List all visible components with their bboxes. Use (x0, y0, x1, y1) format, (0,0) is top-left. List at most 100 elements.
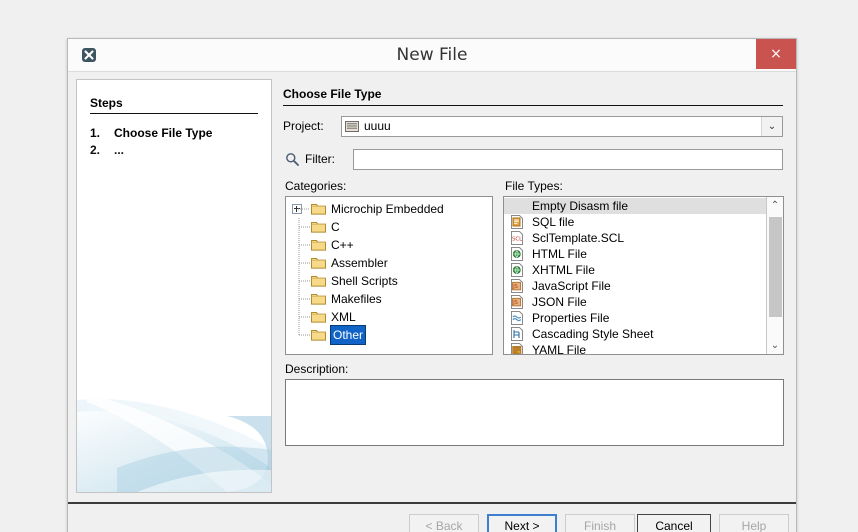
list-item[interactable]: XHTML File (504, 262, 768, 278)
tree-item-shell-scripts[interactable]: Shell Scripts (286, 272, 492, 290)
finish-button[interactable]: Finish (565, 514, 635, 532)
back-button[interactable]: < Back (409, 514, 479, 532)
file-type-label: SclTemplate.SCL (532, 231, 625, 245)
search-icon (285, 152, 299, 166)
filter-label: Filter: (305, 152, 335, 166)
categories-tree[interactable]: Microchip Embedded C C++ Assembler Shell… (285, 196, 493, 355)
list-item[interactable]: SQL file (504, 214, 768, 230)
tree-item-label: Shell Scripts (331, 274, 398, 288)
dialog-title: New File (396, 45, 468, 65)
scroll-up-icon[interactable]: ⌃ (767, 197, 783, 214)
html-icon (510, 247, 524, 261)
file-type-label: YAML File (532, 343, 587, 355)
description-label: Description: (285, 362, 349, 376)
scroll-down-icon[interactable]: ⌄ (767, 337, 783, 354)
folder-icon (311, 328, 326, 341)
tree-item-xml[interactable]: XML (286, 308, 492, 326)
sql-icon (510, 215, 524, 229)
chevron-down-icon[interactable]: ⌄ (761, 117, 782, 136)
file-type-label: SQL file (532, 215, 575, 229)
tree-line (298, 308, 310, 326)
file-type-label: JSON File (532, 295, 587, 309)
project-combobox[interactable]: uuuu ⌄ (341, 116, 783, 137)
tree-line (298, 326, 310, 336)
list-item[interactable]: Properties File (504, 310, 768, 326)
cancel-button[interactable]: Cancel (637, 514, 711, 532)
description-box (285, 379, 784, 446)
tree-item-label: Other (329, 325, 367, 345)
tree-item-assembler[interactable]: Assembler (286, 254, 492, 272)
svg-text:JS: JS (512, 284, 518, 290)
folder-icon (311, 310, 326, 323)
file-type-label: Cascading Style Sheet (532, 327, 654, 341)
decorative-swoosh-graphic (77, 394, 271, 492)
tree-line (298, 272, 310, 290)
list-item[interactable]: YAML File (504, 342, 768, 355)
tree-line (298, 290, 310, 308)
tree-item-makefiles[interactable]: Makefiles (286, 290, 492, 308)
file-type-label: XHTML File (532, 263, 595, 277)
file-type-label: Empty Disasm file (532, 199, 629, 213)
dialog-titlebar: New File × (68, 39, 796, 72)
tree-item-cpp[interactable]: C++ (286, 236, 492, 254)
screen: New File × Steps 1. Choose File Type 2. … (0, 0, 858, 532)
svg-text:SCL: SCL (512, 237, 522, 243)
close-button[interactable]: × (756, 39, 796, 69)
list-item[interactable]: Empty Disasm file (504, 198, 768, 214)
tree-item-label: XML (331, 310, 356, 324)
step-item-2: 2. ... (90, 142, 262, 159)
file-type-label: Properties File (532, 311, 610, 325)
file-types-list[interactable]: Empty Disasm file SQL file SCL SclTempla… (503, 196, 784, 355)
yaml-icon (510, 343, 524, 354)
file-types-scrollbar[interactable]: ⌃ ⌄ (766, 197, 783, 354)
tree-item-label: Assembler (331, 256, 388, 270)
dialog-footer: < Back Next > Finish Cancel Help (68, 504, 796, 532)
js-icon: JS (510, 295, 524, 309)
list-item[interactable]: Cascading Style Sheet (504, 326, 768, 342)
project-value: uuuu (364, 119, 391, 133)
folder-icon (311, 256, 326, 269)
step-item-1: 1. Choose File Type (90, 125, 262, 142)
tree-line (298, 236, 310, 254)
filter-input[interactable] (353, 149, 783, 170)
tree-item-c[interactable]: C (286, 218, 492, 236)
list-item[interactable]: JS JavaScript File (504, 278, 768, 294)
step-label: Choose File Type (114, 126, 213, 140)
step-label: ... (114, 143, 125, 157)
svg-text:JS: JS (512, 300, 518, 306)
props-icon (510, 311, 524, 325)
folder-icon (311, 220, 326, 233)
folder-icon (311, 292, 326, 305)
steps-list: 1. Choose File Type 2. ... (90, 125, 262, 159)
tree-item-label: Makefiles (331, 292, 382, 306)
steps-heading: Steps (90, 96, 258, 114)
scl-icon: SCL (510, 231, 524, 245)
new-file-dialog: New File × Steps 1. Choose File Type 2. … (67, 38, 797, 532)
steps-panel: Steps 1. Choose File Type 2. ... (76, 79, 272, 493)
list-item[interactable]: HTML File (504, 246, 768, 262)
file-type-label: JavaScript File (532, 279, 611, 293)
project-icon (345, 120, 359, 133)
next-button[interactable]: Next > (487, 514, 557, 532)
scrollbar-thumb[interactable] (769, 217, 782, 317)
tree-line (298, 218, 310, 236)
tree-item-microchip-embedded[interactable]: Microchip Embedded (286, 200, 492, 218)
folder-icon (311, 238, 326, 251)
help-button[interactable]: Help (719, 514, 789, 532)
lists-row: Categories: File Types: Microchip Embedd… (283, 179, 784, 355)
folder-icon (311, 274, 326, 287)
project-row: Project: uuuu ⌄ (283, 116, 783, 138)
page-title: Choose File Type (283, 87, 783, 106)
list-item[interactable]: JS JSON File (504, 294, 768, 310)
list-item[interactable]: SCL SclTemplate.SCL (504, 230, 768, 246)
file-type-label: HTML File (532, 247, 587, 261)
tree-item-label: C++ (331, 238, 354, 252)
tree-item-label: Microchip Embedded (331, 202, 444, 216)
file-types-label: File Types: (505, 179, 563, 193)
tree-line (298, 254, 310, 272)
step-number: 2. (90, 143, 101, 157)
folder-icon (311, 202, 326, 215)
project-label: Project: (283, 119, 324, 133)
js-icon: JS (510, 279, 524, 293)
tree-item-other[interactable]: Other (286, 325, 492, 345)
